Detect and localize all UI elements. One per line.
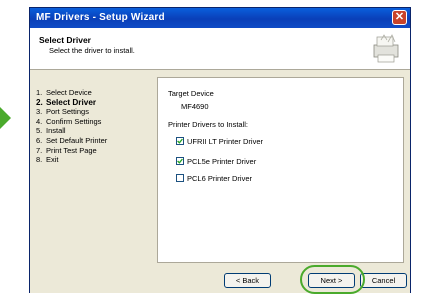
step-label: Set Default Printer: [46, 135, 108, 145]
next-highlight-ring: [300, 265, 365, 294]
step-label: Port Settings: [46, 107, 89, 117]
driver-checkbox-item[interactable]: PCL6 Printer Driver: [176, 174, 252, 184]
checkbox-checked[interactable]: [176, 157, 184, 166]
page-title: Select Driver: [39, 35, 91, 45]
setup-wizard-window: MF Drivers - Setup Wizard ✕ Select Drive…: [29, 7, 411, 294]
step-item: 1. Select Device: [36, 88, 156, 98]
step-number: 7.: [36, 145, 43, 155]
printer-wizard-icon: [373, 34, 399, 63]
checkmark-icon: [177, 138, 183, 144]
wizard-header: Select Driver Select the driver to insta…: [30, 28, 410, 70]
step-label: Select Device: [46, 88, 92, 97]
window-title: MF Drivers - Setup Wizard: [36, 12, 165, 23]
target-device-value: MF4690: [181, 102, 209, 111]
driver-checkbox-item[interactable]: PCL5e Printer Driver: [176, 157, 256, 167]
step-number: 3.: [36, 107, 43, 117]
close-icon[interactable]: ✕: [392, 10, 407, 25]
step-number: 1.: [36, 88, 43, 97]
target-device-label: Target Device: [168, 89, 214, 98]
step-item: 4. Confirm Settings: [36, 117, 156, 127]
page-subtitle: Select the driver to install.: [49, 46, 135, 55]
cancel-button[interactable]: Cancel: [360, 273, 407, 288]
driver-label: PCL6 Printer Driver: [187, 174, 253, 183]
step-number: 5.: [36, 126, 43, 136]
drivers-label: Printer Drivers to Install:: [168, 120, 249, 129]
step-item: 5. Install: [36, 126, 156, 136]
step-number: 8.: [36, 155, 43, 165]
back-button[interactable]: < Back: [224, 273, 271, 288]
checkbox-checked[interactable]: [176, 137, 184, 146]
steps-list: 1. Select Device 2. Select Driver 3. Port Set…: [36, 88, 156, 165]
step-label: Install: [46, 126, 66, 136]
checkmark-icon: [177, 158, 183, 164]
step-item: 7. Print Test Page: [36, 146, 156, 156]
driver-label: UFRII LT Printer Driver: [187, 137, 263, 146]
checkbox-unchecked[interactable]: [176, 174, 184, 183]
step-item: 8. Exit: [36, 155, 156, 165]
step-item: 3. Port Settings: [36, 107, 156, 117]
step-item: 6. Set Default Printer: [36, 136, 156, 146]
step-item: 2. Select Driver: [36, 98, 156, 108]
step-label: Exit: [46, 155, 59, 165]
driver-checkbox-item[interactable]: UFRII LT Printer Driver: [176, 137, 263, 147]
step-label: Confirm Settings: [46, 116, 102, 126]
step-number: 4.: [36, 116, 43, 126]
step-number: 2.: [36, 97, 43, 107]
title-bar: MF Drivers - Setup Wizard ✕: [30, 8, 410, 28]
step-label: Select Driver: [46, 97, 97, 107]
main-panel: Target Device MF4690 Printer Drivers to …: [157, 77, 404, 263]
pointer-arrow-icon: [0, 107, 11, 129]
driver-label: PCL5e Printer Driver: [187, 157, 257, 166]
step-label: Print Test Page: [46, 145, 97, 155]
step-number: 6.: [36, 135, 43, 145]
